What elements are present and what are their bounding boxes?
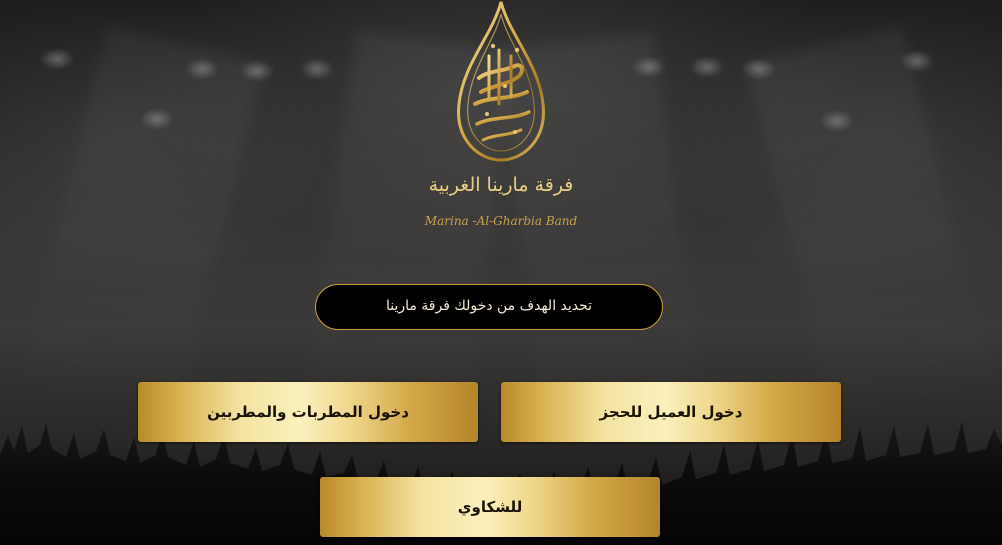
brand-title: فرقة مارينا الغربية bbox=[428, 174, 574, 196]
stage-light bbox=[900, 50, 934, 72]
client-login-button[interactable]: دخول العميل للحجز bbox=[501, 382, 841, 442]
golden-teardrop-calligraphy-logo bbox=[457, 1, 545, 162]
stage-light bbox=[820, 110, 854, 132]
stage-light bbox=[300, 58, 334, 80]
stage-light bbox=[40, 48, 74, 70]
stage-light-beam bbox=[746, 26, 994, 434]
stage-light bbox=[240, 60, 274, 82]
stage-light bbox=[632, 56, 666, 78]
complaints-button[interactable]: للشكاوي bbox=[320, 477, 660, 537]
stage-light bbox=[185, 58, 219, 80]
stage-light-beam bbox=[16, 26, 264, 434]
stage-light bbox=[690, 56, 724, 78]
singers-login-button[interactable]: دخول المطربات والمطربين bbox=[138, 382, 478, 442]
stage-light bbox=[742, 58, 776, 80]
goal-prompt-pill: تحديد الهدف من دخولك فرقة مارينا bbox=[315, 284, 663, 330]
stage-light bbox=[140, 108, 174, 130]
brand-subtitle: Marina -Al-Gharbia Band bbox=[424, 214, 578, 228]
